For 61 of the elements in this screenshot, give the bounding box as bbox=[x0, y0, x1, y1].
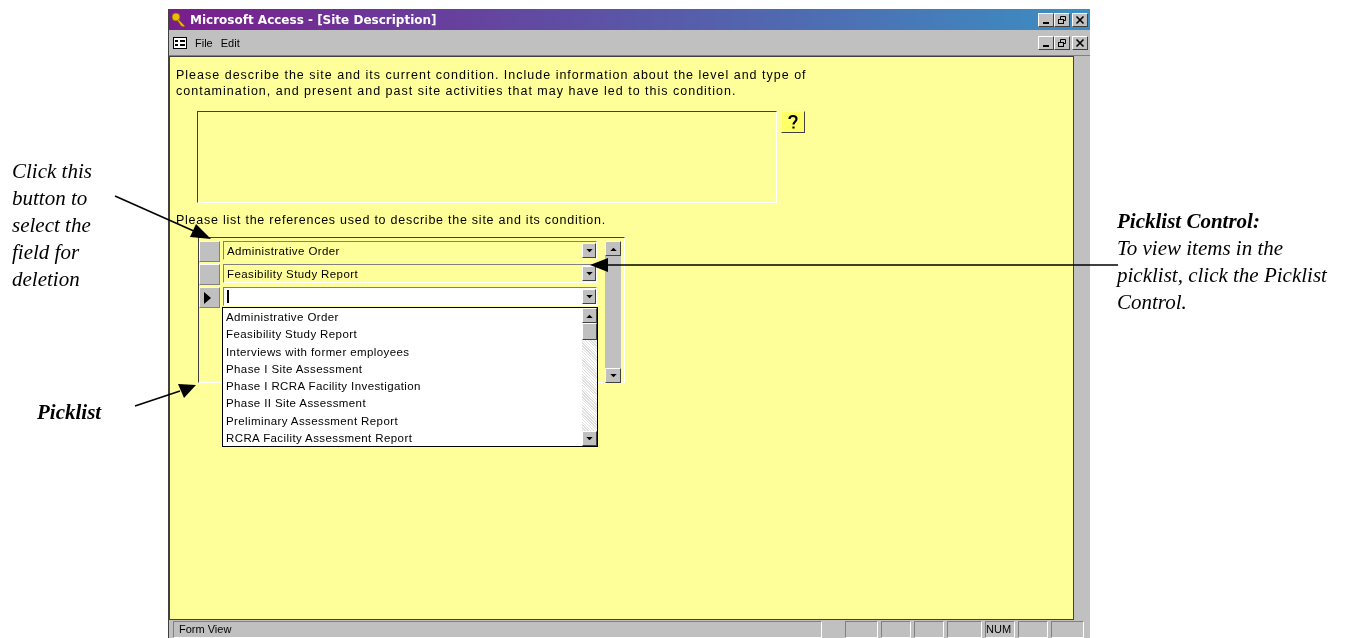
restore-button[interactable] bbox=[1054, 12, 1070, 27]
caret-icon bbox=[585, 248, 593, 253]
description-prompt: Please describe the site and its current condition. Include information about the level and type of contamination, and present and past site activities that may have led to this condition. bbox=[176, 67, 808, 99]
scroll-down-icon bbox=[586, 436, 593, 441]
annotation-heading: Picklist Control: bbox=[1117, 208, 1261, 235]
num-lock-indicator: NUM bbox=[985, 620, 1015, 638]
picklist-item[interactable]: Interviews with former employees bbox=[226, 343, 579, 361]
picklist-item[interactable]: Phase I Site Assessment bbox=[226, 360, 579, 379]
scroll-down-icon bbox=[609, 373, 617, 378]
annotation-text: Click this button to select the field for deletion bbox=[12, 158, 93, 293]
dropdown-button[interactable] bbox=[582, 266, 596, 281]
references-prompt: Please list the references used to describe the site and its condition. bbox=[176, 212, 607, 228]
picklist-item[interactable]: Administrative Order bbox=[226, 309, 579, 327]
scroll-up-icon bbox=[609, 246, 617, 251]
minimize-icon bbox=[1042, 21, 1049, 24]
picklist-item[interactable]: RCRA Facility Assessment Report bbox=[226, 430, 579, 448]
reference-combo[interactable] bbox=[223, 287, 597, 306]
key-icon bbox=[171, 11, 187, 28]
close-button[interactable] bbox=[1072, 35, 1088, 50]
arrow bbox=[134, 384, 196, 407]
picklist-item[interactable]: Phase I RCRA Facility Investigation bbox=[226, 378, 579, 396]
scroll-up-icon bbox=[586, 313, 593, 318]
caret-icon bbox=[585, 271, 593, 276]
help-icon bbox=[787, 114, 799, 130]
picklist-item[interactable]: Preliminary Assessment Report bbox=[226, 412, 579, 431]
close-icon bbox=[1075, 14, 1085, 25]
status-panel bbox=[947, 620, 982, 638]
status-panel bbox=[881, 620, 911, 638]
restore-icon bbox=[1057, 37, 1067, 48]
picklist-scrollbar[interactable] bbox=[582, 308, 597, 446]
minimize-icon bbox=[1042, 44, 1049, 47]
status-panel bbox=[914, 620, 944, 638]
restore-button[interactable] bbox=[1054, 35, 1070, 50]
menu-item[interactable]: File bbox=[195, 36, 213, 49]
picklist-item[interactable]: Feasibility Study Report bbox=[226, 326, 579, 344]
annotation-label: Picklist bbox=[37, 399, 102, 426]
annotation-text: To view items in the picklist, click the Picklist Control. bbox=[1117, 235, 1329, 316]
restore-icon bbox=[1057, 14, 1067, 25]
picklist-item[interactable]: Phase II Site Assessment bbox=[226, 395, 579, 413]
reference-combo[interactable]: Feasibility Study Report bbox=[223, 264, 597, 283]
form-icon bbox=[173, 36, 187, 49]
close-icon bbox=[1075, 37, 1085, 48]
reference-combo[interactable]: Administrative Order bbox=[223, 241, 597, 260]
window-title: Microsoft Access - [Site Description] bbox=[190, 12, 437, 27]
record-selector[interactable] bbox=[199, 287, 220, 308]
scroll-thumb[interactable] bbox=[582, 323, 597, 340]
status-panel bbox=[1051, 620, 1084, 638]
menu-item[interactable]: Edit bbox=[220, 36, 240, 49]
caret-icon bbox=[585, 294, 593, 299]
current-record-icon bbox=[204, 291, 211, 304]
dropdown-button[interactable] bbox=[582, 243, 596, 258]
description-field[interactable] bbox=[197, 111, 777, 203]
status-text: Form View bbox=[173, 620, 822, 638]
subform-scrollbar[interactable] bbox=[605, 241, 621, 383]
close-button[interactable] bbox=[1072, 12, 1088, 27]
help-button[interactable] bbox=[781, 111, 805, 133]
status-panel bbox=[845, 620, 878, 638]
status-panel bbox=[1018, 620, 1048, 638]
dropdown-button[interactable] bbox=[582, 289, 596, 304]
minimize-button[interactable] bbox=[1038, 12, 1054, 27]
minimize-button[interactable] bbox=[1038, 35, 1054, 50]
